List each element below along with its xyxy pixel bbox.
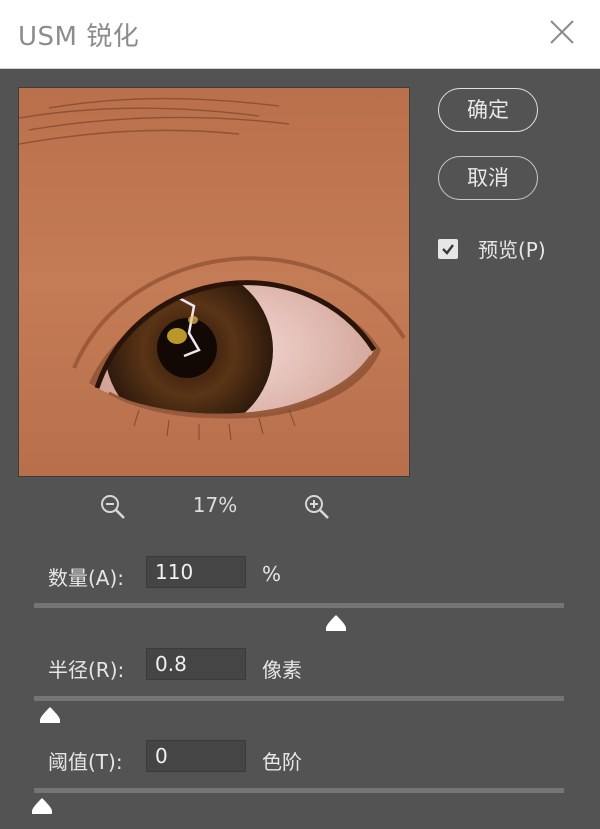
close-button[interactable]: [544, 14, 580, 50]
zoom-level: 17%: [192, 493, 238, 517]
radius-label: 半径(R):: [48, 658, 125, 682]
amount-unit: %: [262, 562, 282, 586]
title-bar: USM 锐化: [0, 0, 600, 69]
checkbox-box[interactable]: [438, 238, 458, 259]
zoom-out-icon: [101, 495, 125, 519]
checkmark-icon: [442, 243, 454, 255]
ok-button[interactable]: 确定: [438, 88, 538, 132]
close-icon: [550, 20, 574, 44]
threshold-slider-thumb[interactable]: [30, 797, 54, 815]
amount-slider-thumb[interactable]: [324, 614, 348, 632]
threshold-slider-track[interactable]: [34, 788, 564, 793]
dialog-title: USM 锐化: [18, 22, 140, 52]
zoom-out-button[interactable]: [98, 492, 128, 522]
threshold-label: 阈值(T):: [48, 750, 123, 774]
threshold-input[interactable]: [146, 740, 246, 772]
amount-input[interactable]: [146, 556, 246, 588]
radius-slider-thumb[interactable]: [38, 706, 62, 724]
preview-checkbox[interactable]: 预览(P): [438, 234, 546, 263]
zoom-in-icon: [305, 495, 329, 519]
preview-image[interactable]: [18, 87, 410, 477]
amount-label: 数量(A):: [48, 566, 125, 590]
preview-checkbox-label: 预览(P): [478, 238, 546, 262]
amount-slider-track[interactable]: [34, 603, 564, 608]
radius-slider-track[interactable]: [34, 696, 564, 701]
threshold-unit: 色阶: [262, 750, 302, 774]
radius-input[interactable]: [146, 648, 246, 680]
radius-unit: 像素: [262, 658, 302, 682]
usm-sharpen-dialog: USM 锐化 确定 取消 预览(P) 17% 数量(A): 110 % 半径(R…: [0, 0, 600, 829]
cancel-button[interactable]: 取消: [438, 156, 538, 200]
zoom-in-button[interactable]: [302, 492, 332, 522]
